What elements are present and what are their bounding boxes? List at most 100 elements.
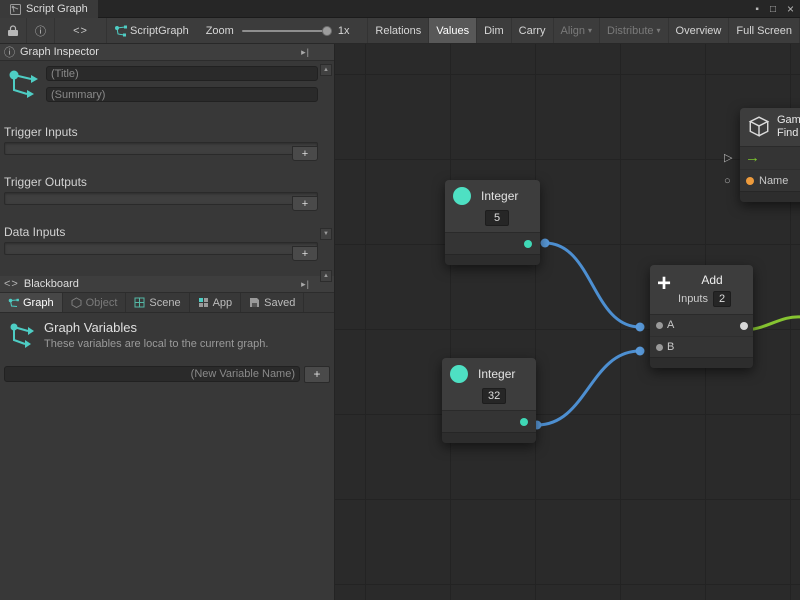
graph-name-label: ScriptGraph <box>130 25 189 37</box>
edit-source-button[interactable]: <> <box>54 18 106 43</box>
add-node[interactable]: + Add Inputs 2 A B <box>650 265 753 368</box>
empty-list[interactable] <box>4 142 318 155</box>
tab-graph[interactable]: Graph <box>0 293 63 312</box>
add-data-input-button[interactable]: + <box>292 246 318 261</box>
new-variable-row: + <box>4 366 330 383</box>
app-tab-icon <box>198 297 209 308</box>
info-button[interactable]: ⓘ <box>26 18 54 43</box>
data-inputs-list: + <box>4 242 318 264</box>
control-port-row: ▷ → <box>740 147 800 169</box>
inputs-count-field[interactable]: 2 <box>713 291 731 307</box>
node-header[interactable]: + Add Inputs 2 <box>650 265 753 314</box>
empty-list[interactable] <box>4 242 318 255</box>
panel-pin-icon[interactable]: ▸| <box>301 47 310 58</box>
node-ports: A B <box>650 314 753 357</box>
panel-pin-icon[interactable]: ▸| <box>301 279 310 290</box>
gameobject-cube-icon <box>747 115 771 139</box>
control-input-port[interactable]: ▷ <box>724 147 732 169</box>
node-footer <box>740 191 800 202</box>
plus-icon: + <box>657 273 671 307</box>
port-row-a: A <box>650 315 753 336</box>
fullscreen-label: Full Screen <box>736 25 792 37</box>
tab-saved[interactable]: Saved <box>241 293 304 312</box>
graph-inspector-header: ⓘ Graph Inspector ▸| <box>0 44 334 61</box>
blackboard-icon: <> <box>4 278 19 290</box>
tab-object[interactable]: Object <box>63 293 127 312</box>
zoom-slider[interactable] <box>242 30 330 32</box>
tab-scene-label: Scene <box>149 297 180 309</box>
trigger-outputs-label: Trigger Outputs <box>4 175 330 189</box>
integer-value-field[interactable]: 5 <box>485 210 509 226</box>
node-header[interactable]: Integer 32 <box>442 358 536 410</box>
relations-button[interactable]: Relations <box>367 18 428 43</box>
zoom-knob[interactable] <box>322 26 332 36</box>
carry-button[interactable]: Carry <box>511 18 553 43</box>
scroll-down-button[interactable]: ▼ <box>320 228 332 240</box>
integer-icon <box>450 365 468 383</box>
close-icon[interactable]: × <box>787 2 794 16</box>
node-title: Add <box>678 273 746 287</box>
node-subtitle: Find <box>777 127 800 140</box>
info-icon: ⓘ <box>35 23 46 39</box>
input-port-a[interactable] <box>656 322 663 329</box>
dim-button[interactable]: Dim <box>476 18 511 43</box>
inputs-label: Inputs <box>678 293 708 305</box>
window-menu-icon[interactable]: ▪ <box>755 4 759 15</box>
empty-list[interactable] <box>4 192 318 205</box>
graph-summary-input[interactable] <box>46 87 318 102</box>
graph-canvas[interactable]: Integer 5 Integer 32 + Add <box>335 44 800 600</box>
data-inputs-label: Data Inputs <box>4 225 330 239</box>
maximize-icon[interactable]: □ <box>770 4 776 15</box>
add-variable-button[interactable]: + <box>304 366 330 383</box>
tab-app[interactable]: App <box>190 293 242 312</box>
blackboard-tabs: Graph Object Scene App Saved <box>0 293 334 313</box>
output-port[interactable] <box>740 322 748 330</box>
values-button[interactable]: Values <box>428 18 476 43</box>
fullscreen-button[interactable]: Full Screen <box>728 18 800 43</box>
overview-button[interactable]: Overview <box>668 18 729 43</box>
scroll-up-button[interactable]: ▲ <box>320 64 332 76</box>
node-header[interactable]: Game Find <box>740 108 800 146</box>
node-header[interactable]: Integer 5 <box>445 180 540 232</box>
integer-value-field[interactable]: 32 <box>482 388 506 404</box>
add-trigger-output-button[interactable]: + <box>292 196 318 211</box>
input-port-b[interactable] <box>656 344 663 351</box>
lock-button[interactable] <box>0 18 26 43</box>
integer-node-2[interactable]: Integer 32 <box>442 358 536 443</box>
output-port[interactable] <box>520 418 528 426</box>
output-port[interactable] <box>524 240 532 248</box>
tab-app-label: App <box>213 297 233 309</box>
integer-icon <box>453 187 471 205</box>
node-ports <box>445 232 540 254</box>
wire-int1-to-a[interactable] <box>545 243 640 327</box>
integer-node-1[interactable]: Integer 5 <box>445 180 540 265</box>
graph-title-input[interactable] <box>46 66 318 81</box>
scroll-up-button[interactable]: ▲ <box>320 270 332 282</box>
distribute-button[interactable]: Distribute▾ <box>599 18 667 43</box>
tab-scene[interactable]: Scene <box>126 293 189 312</box>
side-panel: ⓘ Graph Inspector ▸| Trigger Inputs + Tr… <box>0 44 335 600</box>
wire-int2-to-b[interactable] <box>537 351 640 425</box>
zoom-control: Zoom 1x <box>196 18 360 43</box>
align-button[interactable]: Align▾ <box>553 18 599 43</box>
wire-endpoint[interactable] <box>541 239 550 248</box>
wire-endpoint[interactable] <box>636 347 645 356</box>
lock-icon <box>8 25 18 36</box>
new-variable-input[interactable] <box>4 366 300 382</box>
window-tab[interactable]: Script Graph <box>0 0 98 18</box>
control-flow-arrow-icon: → <box>740 149 760 166</box>
value-input-port[interactable]: ○ <box>724 170 731 192</box>
chevron-down-icon: ▾ <box>588 26 592 35</box>
add-trigger-input-button[interactable]: + <box>292 146 318 161</box>
zoom-value: 1x <box>338 25 350 37</box>
graph-name-button[interactable]: ScriptGraph <box>106 18 196 43</box>
trigger-inputs-list: + <box>4 142 318 164</box>
node-ports: ▷ → ○ Name <box>740 146 800 191</box>
trigger-outputs-list: + <box>4 192 318 214</box>
find-node[interactable]: Game Find ▷ → ○ Name <box>740 108 800 202</box>
node-footer <box>650 357 753 368</box>
code-icon: <> <box>73 25 88 37</box>
relations-label: Relations <box>375 25 421 37</box>
string-port-dot[interactable] <box>746 177 754 185</box>
wire-endpoint[interactable] <box>636 323 645 332</box>
